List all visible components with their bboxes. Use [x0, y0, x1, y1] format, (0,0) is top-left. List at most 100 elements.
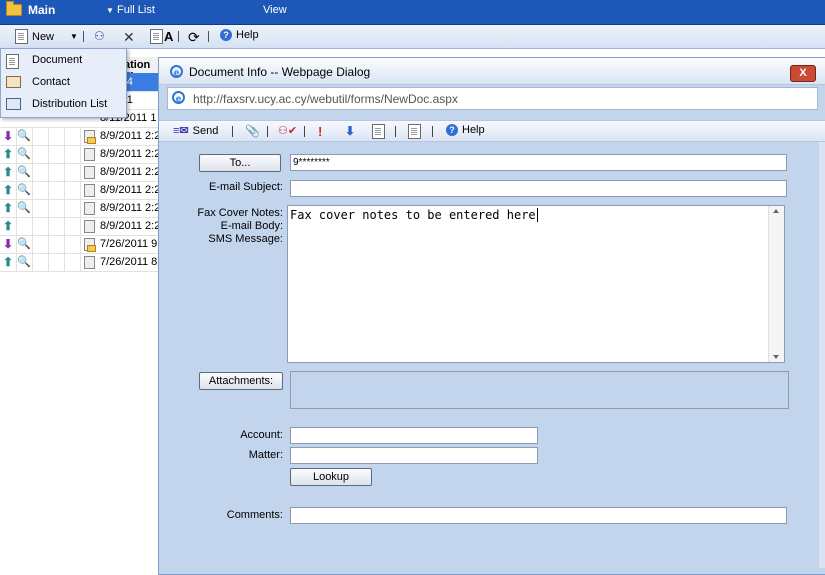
account-label: Account: — [240, 429, 283, 441]
attachments-list[interactable] — [290, 371, 789, 409]
reply-button[interactable]: ⚇ — [94, 29, 105, 43]
document-icon — [84, 256, 95, 269]
distribution-list-icon — [6, 98, 21, 110]
table-row[interactable]: ⬆ 🔍 7/26/2011 8 — [0, 253, 160, 272]
view-menu[interactable]: View — [263, 4, 287, 16]
document-icon — [84, 130, 96, 144]
help-icon: ? — [446, 124, 458, 136]
magnifier-icon[interactable]: 🔍 — [17, 255, 31, 268]
dialog-scrollbar[interactable] — [819, 142, 825, 568]
people-icon: ⚇ — [94, 29, 105, 43]
delete-button[interactable]: ✕ — [123, 29, 135, 46]
row-date: 8/9/2011 2:2 — [100, 166, 161, 178]
email-body-label: E-mail Body: — [220, 220, 283, 232]
document-preview-icon — [150, 29, 163, 44]
dialog-url: http://faxsrv.ucy.ac.cy/webutil/forms/Ne… — [193, 92, 458, 106]
magnifier-icon[interactable]: 🔍 — [17, 237, 31, 250]
outgoing-arrow-icon: ⬆ — [3, 201, 14, 215]
document-icon — [84, 166, 95, 179]
preview-button[interactable] — [372, 124, 385, 139]
menu-item-distribution-list[interactable]: Distribution List — [1, 94, 126, 116]
full-list-label: Full List — [116, 4, 155, 16]
help-button[interactable]: ? Help — [220, 29, 259, 41]
outgoing-arrow-icon: ⬆ — [3, 147, 14, 161]
toolbar-separator — [304, 126, 305, 137]
table-row[interactable]: ⬆ 8/9/2011 2:2 — [0, 217, 160, 236]
lookup-button[interactable]: Lookup — [290, 468, 372, 486]
send-button-label: Send — [192, 124, 219, 137]
scroll-down-icon[interactable] — [773, 355, 779, 359]
account-field[interactable] — [290, 427, 538, 444]
document-icon — [84, 202, 95, 215]
send-button[interactable]: ≡✉ Send — [173, 124, 219, 138]
table-row[interactable]: ⬇ 🔍 7/26/2011 9 — [0, 235, 160, 254]
low-priority-button[interactable]: ⬇ — [345, 124, 355, 138]
to-button[interactable]: To... — [199, 154, 281, 172]
help-button[interactable]: ? Help — [446, 124, 485, 136]
document-icon — [84, 184, 95, 197]
help-button-label: Help — [236, 29, 259, 41]
table-row[interactable]: ⬆ 🔍 8/9/2011 2:2 — [0, 145, 160, 164]
comments-field[interactable] — [290, 507, 787, 524]
document-icon — [84, 148, 95, 161]
notes-text: Fax cover notes to be entered here — [290, 208, 536, 222]
row-date: 8/9/2011 2:2 — [100, 148, 161, 160]
text-cursor — [536, 208, 538, 222]
email-subject-field[interactable] — [290, 180, 787, 197]
to-field[interactable] — [290, 154, 787, 171]
internet-explorer-icon: e — [172, 91, 185, 105]
magnifier-icon[interactable]: 🔍 — [17, 201, 31, 214]
menu-item-document[interactable]: Document — [1, 50, 126, 72]
document-icon — [84, 220, 95, 233]
scroll-up-icon[interactable] — [773, 209, 779, 213]
table-row[interactable]: ⬇ 🔍 8/9/2011 2:2 — [0, 127, 160, 146]
outgoing-arrow-icon: ⬆ — [3, 255, 14, 269]
dialog-toolbar: ≡✉ Send 📎 ⚇✔ ! ⬇ ? Help — [159, 120, 825, 142]
toolbar-separator — [267, 126, 268, 137]
main-title[interactable]: Main — [6, 1, 56, 17]
incoming-arrow-icon: ⬇ — [3, 237, 14, 251]
magnifier-icon[interactable]: 🔍 — [17, 165, 31, 178]
paperclip-icon: 📎 — [245, 124, 260, 138]
row-date: 8/9/2011 2:2 — [100, 220, 161, 232]
menu-item-label: Contact — [32, 76, 70, 88]
matter-label: Matter: — [248, 449, 283, 461]
magnifier-icon[interactable]: 🔍 — [17, 147, 31, 160]
toolbar-separator — [208, 31, 209, 42]
menu-item-contact[interactable]: Contact — [1, 72, 126, 94]
new-button[interactable]: New ▼ — [15, 29, 78, 44]
close-button[interactable]: X — [790, 65, 816, 82]
attach-button[interactable]: 📎 — [245, 124, 260, 138]
fax-cover-notes-label: Fax Cover Notes: — [197, 207, 283, 219]
exclamation-icon: ! — [318, 124, 323, 139]
address-bar: e http://faxsrv.ucy.ac.cy/webutil/forms/… — [167, 87, 818, 110]
table-row[interactable]: ⬆ 🔍 8/9/2011 2:2 — [0, 163, 160, 182]
outgoing-arrow-icon: ⬆ — [3, 219, 14, 233]
refresh-button[interactable]: ⟳ — [188, 29, 200, 46]
check-recipients-button[interactable]: ⚇✔ — [278, 124, 297, 137]
magnifier-icon[interactable]: 🔍 — [17, 129, 31, 142]
dialog-title-bar[interactable]: e Document Info -- Webpage Dialog X — [159, 58, 825, 85]
vertical-scrollbar[interactable] — [768, 206, 784, 362]
email-subject-label: E-mail Subject: — [209, 181, 283, 193]
cover-page-button[interactable] — [408, 124, 421, 139]
row-date: 8/9/2011 2:2 — [100, 130, 161, 142]
magnifier-icon[interactable]: 🔍 — [17, 183, 31, 196]
close-icon: ✕ — [123, 29, 135, 45]
main-title-label: Main — [28, 3, 56, 17]
comments-label: Comments: — [226, 509, 283, 521]
outgoing-arrow-icon: ⬆ — [3, 165, 14, 179]
document-icon — [6, 54, 19, 69]
font-a-icon: A — [164, 29, 174, 44]
priority-button[interactable]: ! — [318, 124, 322, 139]
full-list-dropdown[interactable]: ▼ Full List — [106, 4, 155, 16]
preview-button[interactable]: A — [150, 29, 173, 44]
toolbar-separator — [395, 126, 396, 137]
notes-textarea[interactable]: Fax cover notes to be entered here — [287, 205, 785, 363]
attachments-button[interactable]: Attachments: — [199, 372, 283, 390]
table-row[interactable]: ⬆ 🔍 8/9/2011 2:2 — [0, 199, 160, 218]
table-row[interactable]: ⬆ 🔍 8/9/2011 2:2 — [0, 181, 160, 200]
cover-page-icon — [408, 124, 421, 139]
matter-field[interactable] — [290, 447, 538, 464]
new-dropdown-menu: Document Contact Distribution List — [0, 48, 127, 118]
